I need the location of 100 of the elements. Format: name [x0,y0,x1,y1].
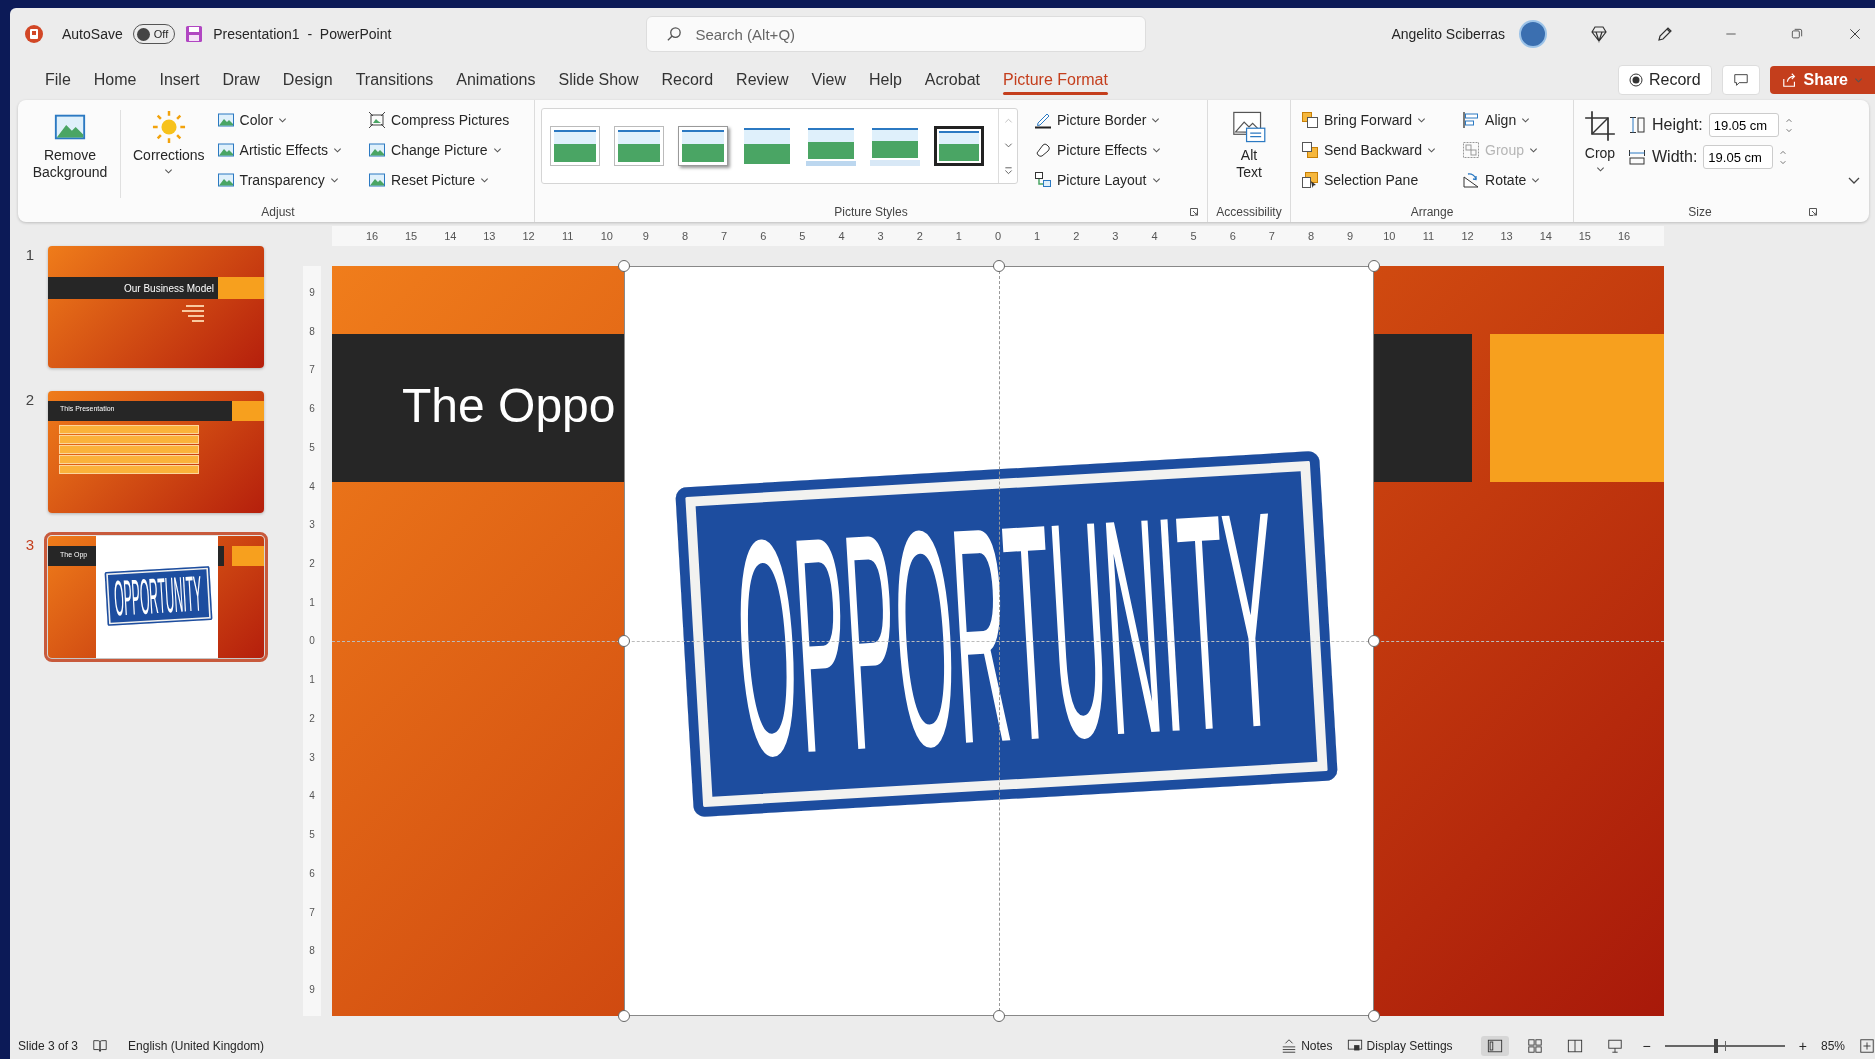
diamond-icon [1590,25,1608,43]
ribbon-tab[interactable]: Review [725,63,800,97]
ruler-number: 11 [560,230,575,242]
resize-handle[interactable] [618,635,630,647]
resize-handle[interactable] [618,1010,630,1022]
field-label: Height: [1652,116,1703,134]
ruler-number: 12 [521,230,536,242]
ruler-number: 1 [308,674,316,686]
picture-frame[interactable]: OPPORTUNITY [624,266,1374,1016]
record-button[interactable]: Record [1617,65,1712,95]
ruler-number: 6 [308,867,316,879]
height-field[interactable]: 19.05 cm [1708,113,1779,137]
slide-thumbnail[interactable]: Our Business Model [48,246,264,368]
resize-handle[interactable] [1368,1010,1380,1022]
grid-icon [1526,1038,1543,1054]
ruler-number: 9 [308,287,316,298]
picture-icon [216,141,235,159]
ruler-number: 2 [308,712,316,724]
compress-pictures-button[interactable]: Compress Pictures [364,106,514,134]
display-settings-button[interactable]: Display Settings [1346,1038,1453,1054]
save-icon [185,25,204,43]
dialog-launcher[interactable] [1189,207,1199,217]
slider-thumb[interactable] [1714,1039,1719,1053]
thumbnail-title: Our Business Model [123,283,214,294]
corrections-button[interactable]: Corrections [129,104,209,182]
align-button[interactable]: Align [1458,106,1545,134]
scroll-up-icon [1003,116,1013,126]
zoom-in-button[interactable]: + [1798,1038,1807,1054]
picture-border-button[interactable]: Picture Border [1030,106,1165,134]
ribbon-tab[interactable]: Record [650,63,725,97]
picture-icon [216,111,235,129]
fit-icon [1859,1038,1875,1054]
width-field[interactable]: 19.05 cm [1703,145,1774,169]
pen-icon [1034,111,1052,129]
color-button[interactable]: Color [212,106,347,134]
resize-handle[interactable] [993,260,1005,272]
alt-text-button[interactable]: Alt Text [1224,104,1274,187]
ribbon-tab[interactable]: Insert [148,63,211,97]
view-button[interactable] [1480,1036,1509,1056]
height-icon [1628,116,1646,134]
picture-layout-button[interactable]: Picture Layout [1030,166,1165,194]
ribbon-tab[interactable]: Animations [445,63,547,97]
comments-button[interactable] [1721,65,1760,95]
compress-icon [368,111,387,129]
change-picture-button[interactable]: Change Picture [364,136,514,164]
ribbon-tab[interactable]: File [34,63,82,97]
ruler-number: 14 [443,230,458,242]
ribbon-tab[interactable]: Design [271,63,344,97]
zoom-out-button[interactable]: − [1642,1038,1651,1054]
ruler-number: 5 [308,829,316,841]
ribbon-tab[interactable]: View [800,63,857,97]
ruler-number: 8 [680,230,690,242]
align-icon [1462,111,1481,129]
reset-picture-button[interactable]: Reset Picture [364,166,514,194]
remove-background-button[interactable]: Remove Background [28,104,112,187]
slide-number: 2 [24,391,34,408]
accent-block [232,546,264,566]
rotate-icon [1462,171,1481,189]
share-button[interactable]: Share [1769,66,1875,94]
avatar[interactable] [1519,20,1547,48]
ruler-number: 16 [365,230,379,242]
ruler-number: 4 [1150,230,1159,242]
ribbon-tab[interactable]: Help [857,63,913,97]
send-backward-button[interactable]: Send Backward [1297,136,1441,164]
resize-handle[interactable] [618,260,630,272]
ruler-number: 13 [1499,230,1514,242]
ruler-number: 11 [1421,230,1436,242]
fit-slide-button[interactable] [1859,1038,1875,1054]
selection-pane-button[interactable]: Selection Pane [1297,166,1441,194]
ruler-number: 3 [876,230,885,242]
ruler-number: 15 [404,230,419,242]
ribbon-tab[interactable]: Acrobat [913,63,991,97]
ruler-number: 16 [1617,230,1631,242]
artistic-effects-button[interactable]: Artistic Effects [212,136,347,164]
crop-button[interactable]: Crop [1580,104,1620,180]
slide-number: 1 [24,246,34,263]
rotate-button[interactable]: Rotate [1458,166,1545,194]
resize-handle[interactable] [1368,260,1380,272]
dialog-launcher[interactable] [1808,207,1818,217]
transparency-button[interactable]: Transparency [212,166,347,194]
ruler-number: 6 [1228,230,1237,242]
ribbon-tab[interactable]: Picture Format [992,63,1119,97]
picture-style-option[interactable] [934,126,984,166]
accessibility-button[interactable] [92,1038,109,1054]
crop-icon [1584,110,1616,142]
bring-forward-button[interactable]: Bring Forward [1297,106,1441,134]
picture-effects-button[interactable]: Picture Effects [1030,136,1165,164]
ribbon-tab[interactable]: Draw [211,63,271,97]
search-field[interactable]: Search (Alt+Q) [646,16,1147,52]
book-icon [92,1038,109,1054]
subtitle-line [182,310,204,312]
ribbon-tab[interactable]: Home [82,63,148,97]
group-label: Size [1688,205,1712,219]
ruler-number: 4 [837,230,846,242]
ruler-number: 15 [1577,230,1592,242]
group-label: Accessibility [1216,205,1282,219]
notes-button[interactable]: Notes [1281,1038,1333,1054]
notes-icon [1281,1038,1298,1054]
ribbon-tab[interactable]: Transitions [344,63,445,97]
ribbon-tab[interactable]: Slide Show [547,63,650,97]
